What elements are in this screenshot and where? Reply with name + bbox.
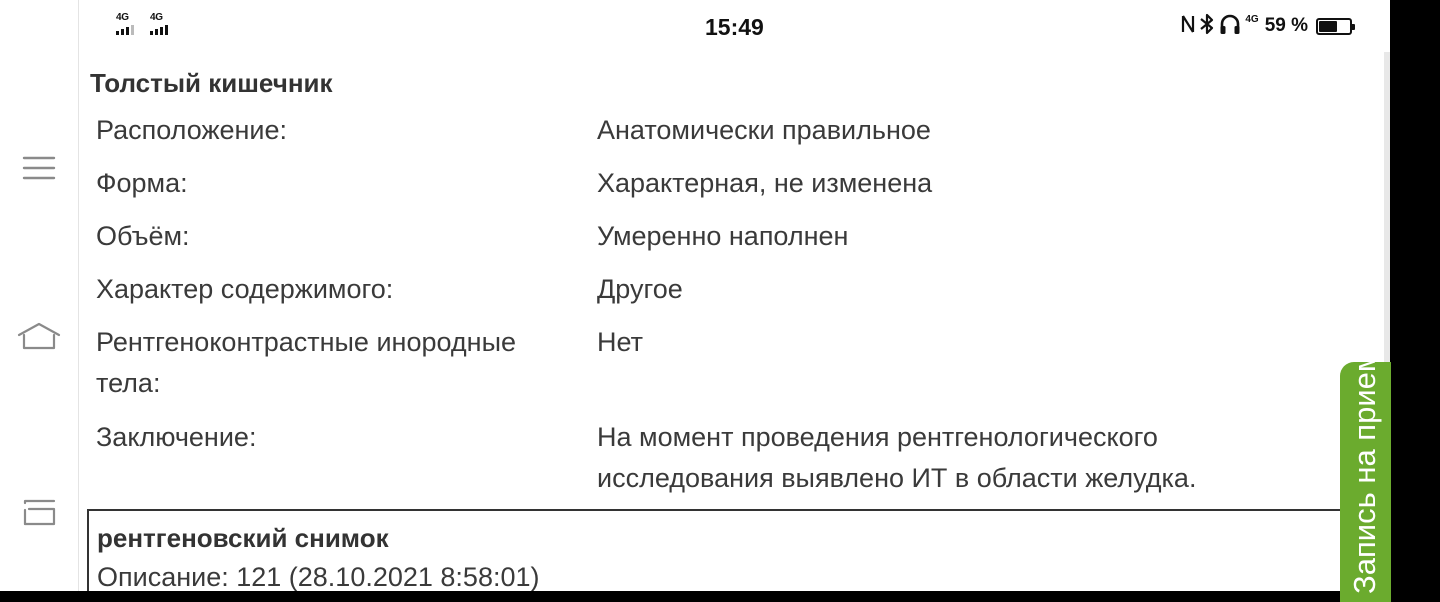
appointment-label: Запись на прием xyxy=(1347,362,1382,594)
xray-title: рентгеновский снимок xyxy=(97,523,389,553)
detail-label: Форма: xyxy=(96,168,188,198)
status-right-icons: 4G 59 % xyxy=(1181,12,1355,40)
menu-icon[interactable] xyxy=(14,143,64,193)
signal-bars-icon xyxy=(116,25,134,35)
app-screen: 4G 4G 15:49 4G 59 % Толстый кишечник Рас xyxy=(79,0,1390,591)
detail-row: Объём: Умеренно наполнен xyxy=(79,216,1369,269)
detail-row: Расположение: Анатомически правильное xyxy=(79,110,1369,163)
signal-indicator-1: 4G xyxy=(116,13,134,35)
detail-label: Заключение: xyxy=(96,422,257,452)
detail-row: Заключение: На момент проведения рентген… xyxy=(79,417,1369,512)
signal-indicator-2: 4G xyxy=(150,13,168,35)
system-nav-rail xyxy=(0,0,79,591)
xray-attachment[interactable]: рентгеновский снимок Описание: 121 (28.1… xyxy=(87,509,1387,591)
headphones-icon xyxy=(1219,13,1241,40)
detail-row: Форма: Характерная, не изменена xyxy=(79,163,1369,216)
back-icon[interactable] xyxy=(14,488,64,538)
details-table: Расположение: Анатомически правильное Фо… xyxy=(79,110,1369,512)
network-type-label: 4G xyxy=(150,12,163,23)
status-clock: 15:49 xyxy=(705,14,764,40)
detail-row: Характер содержимого: Другое xyxy=(79,269,1369,322)
detail-label: Расположение: xyxy=(96,115,288,145)
bluetooth-icon xyxy=(1199,13,1215,40)
detail-row: Рентгеноконтрастные инородные тела: Нет xyxy=(79,322,1369,417)
signal-bars-icon xyxy=(150,25,168,35)
detail-value: Анатомически правильное xyxy=(597,115,931,145)
battery-level xyxy=(1319,20,1337,32)
detail-value: Другое xyxy=(597,274,683,304)
nfc-icon xyxy=(1181,14,1195,39)
battery-percent: 59 % xyxy=(1264,15,1308,36)
detail-label: Рентгеноконтрастные инородные тела: xyxy=(96,327,516,398)
network-type-label: 4G xyxy=(1245,14,1259,25)
detail-value: Нет xyxy=(597,327,643,357)
appointment-button[interactable]: Запись на прием xyxy=(1340,362,1391,602)
xray-description: Описание: 121 (28.10.2021 8:58:01) xyxy=(97,562,540,591)
detail-label: Объём: xyxy=(96,221,190,251)
battery-icon xyxy=(1316,17,1355,35)
detail-label: Характер содержимого: xyxy=(96,274,394,304)
detail-value: Умеренно наполнен xyxy=(597,221,849,251)
section-title: Толстый кишечник xyxy=(90,68,333,98)
status-bar: 4G 4G 15:49 4G 59 % xyxy=(79,0,1390,52)
home-icon[interactable] xyxy=(14,311,64,361)
detail-value: На момент проведения рентгенологического… xyxy=(597,422,1197,493)
detail-value: Характерная, не изменена xyxy=(597,168,933,198)
network-type-label: 4G xyxy=(116,12,129,23)
